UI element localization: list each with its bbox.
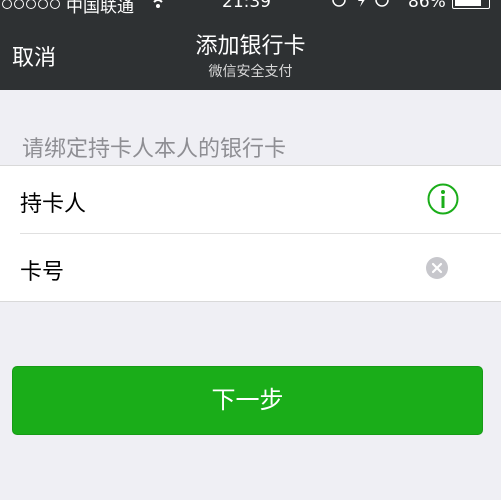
card-number-field[interactable]: 卡号 [0, 234, 501, 302]
info-icon[interactable] [427, 183, 459, 215]
status-bar: 中国联通 21:39 86% [0, 0, 501, 17]
clear-icon[interactable] [426, 257, 448, 279]
battery-icon [452, 0, 490, 9]
card-number-label: 卡号 [20, 260, 65, 285]
battery-level-fill [455, 0, 481, 6]
charging-bolt-icon [358, 0, 365, 7]
battery-percentage: 86% [408, 0, 446, 12]
card-form: 持卡人 卡号 [0, 165, 501, 302]
status-indicators [332, 0, 392, 13]
page-subtitle: 微信安全支付 [208, 64, 293, 80]
cardholder-label: 持卡人 [20, 192, 87, 217]
next-step-button[interactable]: 下一步 [12, 366, 483, 435]
navigation-bar: 中国联通 21:39 86% 取消 添加银行卡 微信安全支付 [0, 0, 501, 90]
add-bank-card-screen: 中国联通 21:39 86% 取消 添加银行卡 微信安全支付 请绑定持卡人本人的… [0, 0, 501, 500]
page-title: 添加银行卡 [195, 34, 306, 59]
alarm-icon [375, 0, 389, 7]
orientation-lock-icon [332, 0, 346, 7]
status-time: 21:39 [222, 0, 271, 12]
cardholder-field[interactable]: 持卡人 [0, 166, 501, 234]
wifi-icon [150, 0, 166, 14]
signal-strength-icon [2, 0, 62, 10]
section-header: 请绑定持卡人本人的银行卡 [22, 137, 287, 162]
carrier-name: 中国联通 [66, 0, 134, 17]
